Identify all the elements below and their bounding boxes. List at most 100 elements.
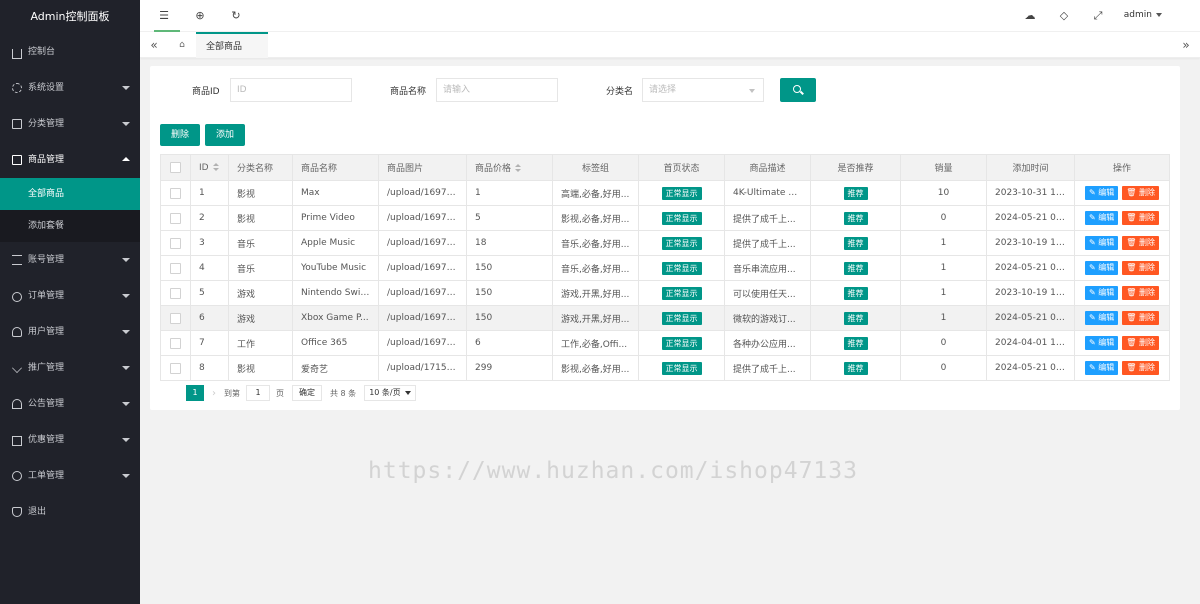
edit-button[interactable]: ✎ 编辑 (1085, 311, 1119, 325)
delete-row-button[interactable]: 🗑 删除 (1122, 361, 1159, 375)
row-checkbox[interactable] (170, 287, 181, 299)
tabs-scroll-right-icon[interactable]: » (1174, 32, 1198, 58)
next-page-icon[interactable]: › (212, 388, 216, 399)
cell-image: /upload/16976... (378, 255, 467, 281)
sidebar-item-11[interactable]: 退出 (0, 494, 140, 530)
category-select[interactable]: 请选择 (642, 78, 764, 102)
delete-row-button[interactable]: 🗑 删除 (1122, 186, 1159, 200)
menu-toggle-icon[interactable]: ☰ (158, 10, 170, 22)
sidebar-item-4[interactable]: 账号管理 (0, 242, 140, 278)
select-all-cell[interactable] (160, 154, 191, 181)
edit-button[interactable]: ✎ 编辑 (1085, 336, 1119, 350)
sidebar-item-10[interactable]: 工单管理 (0, 458, 140, 494)
sidebar-item-8[interactable]: 公告管理 (0, 386, 140, 422)
sidebar-item-6[interactable]: 用户管理 (0, 314, 140, 350)
tab-all-products[interactable]: 全部商品× (196, 32, 268, 77)
row-checkbox[interactable] (170, 187, 181, 199)
row-checkbox[interactable] (170, 337, 181, 349)
row-select-cell[interactable] (160, 180, 191, 206)
sidebar-item-3[interactable]: 商品管理 (0, 142, 140, 178)
sort-icon[interactable] (212, 162, 219, 172)
table-row[interactable]: 1 影视 Max/upload/16976... 1 高端,必备,好用... 正常显示 4K… (160, 180, 1170, 206)
edit-button[interactable]: ✎ 编辑 (1085, 361, 1119, 375)
row-checkbox[interactable] (170, 312, 181, 324)
cell-id: 5 (190, 280, 229, 306)
row-select-cell[interactable] (160, 305, 191, 331)
sidebar-item-7[interactable]: 推广管理 (0, 350, 140, 386)
cell-price: 150 (466, 255, 553, 281)
fullscreen-icon[interactable]: ⤢ (1092, 10, 1104, 22)
delete-row-button[interactable]: 🗑 删除 (1122, 311, 1159, 325)
sidebar-item-9[interactable]: 优惠管理 (0, 422, 140, 458)
confirm-button[interactable]: 确定 (292, 385, 322, 401)
sort-icon[interactable] (515, 164, 522, 173)
add-button[interactable]: 添加 (205, 124, 246, 146)
select-all-checkbox[interactable] (170, 162, 181, 173)
table-row[interactable]: 4 音乐 YouTube Music/upload/16976... 150 音乐,必备… (160, 255, 1170, 281)
page-current[interactable]: 1 (186, 385, 204, 401)
row-checkbox[interactable] (170, 262, 181, 274)
edit-button[interactable]: ✎ 编辑 (1085, 261, 1119, 275)
cell-tags: 游戏,开黑,好用... (552, 280, 639, 306)
row-checkbox[interactable] (170, 362, 181, 374)
edit-button[interactable]: ✎ 编辑 (1085, 211, 1119, 225)
tag-icon[interactable]: ◇ (1058, 10, 1070, 22)
row-select-cell[interactable] (160, 330, 191, 356)
delete-row-button[interactable]: 🗑 删除 (1122, 336, 1159, 350)
table-row[interactable]: 3 音乐 Apple Music/upload/16976... 18 音乐,必备,好用… (160, 230, 1170, 256)
edit-button[interactable]: ✎ 编辑 (1085, 236, 1119, 250)
delete-row-button[interactable]: 🗑 删除 (1122, 211, 1159, 225)
sidebar-item-2[interactable]: 分类管理 (0, 106, 140, 142)
table-row[interactable]: 2 影视 Prime Video/upload/16976... 5 影视,必备,好用.… (160, 205, 1170, 231)
table-body: 1 影视 Max/upload/16976... 1 高端,必备,好用... 正常显示 4K… (160, 180, 1170, 381)
delete-row-button[interactable]: 🗑 删除 (1122, 236, 1159, 250)
id-input[interactable]: ID (230, 78, 352, 102)
trash-icon: 🗑 (1126, 238, 1139, 247)
home-tab-icon[interactable]: ⌂ (168, 32, 196, 58)
globe-icon[interactable]: ⊕ (194, 10, 206, 22)
edit-button[interactable]: ✎ 编辑 (1085, 286, 1119, 300)
delete-button[interactable]: 删除 (160, 124, 201, 146)
row-select-cell[interactable] (160, 355, 191, 381)
table-row[interactable]: 7 工作 Office 365/upload/16976... 6 工作,必备,Offi… (160, 330, 1170, 356)
col-sales: 销量 (900, 154, 987, 181)
row-select-cell[interactable] (160, 205, 191, 231)
chevron-down-icon (122, 86, 130, 90)
table-row[interactable]: 5 游戏 Nintendo Swit.../upload/16976... 150 游戏… (160, 280, 1170, 306)
delete-row-button[interactable]: 🗑 删除 (1122, 286, 1159, 300)
row-select-cell[interactable] (160, 230, 191, 256)
col-id[interactable]: ID (190, 154, 229, 181)
delete-label: 删除 (1138, 313, 1155, 322)
submenu-item-0[interactable]: 全部商品 (0, 178, 140, 210)
edit-label: 编辑 (1098, 213, 1115, 222)
col-price[interactable]: 商品价格 (466, 154, 553, 181)
table-row[interactable]: 6 游戏 Xbox Game P.../upload/16976... 150 游戏,开… (160, 305, 1170, 331)
page-size-select[interactable]: 10 条/页 (364, 385, 416, 401)
theme-icon[interactable]: ☁ (1024, 10, 1036, 22)
row-checkbox[interactable] (170, 237, 181, 249)
edit-button[interactable]: ✎ 编辑 (1085, 186, 1119, 200)
sidebar-item-5[interactable]: 订单管理 (0, 278, 140, 314)
recommend-badge: 推荐 (843, 261, 868, 275)
search-button[interactable] (780, 78, 816, 102)
table-row[interactable]: 8 影视 爱奇艺/upload/17152... 299 影视,必备,好用... 正常显示… (160, 355, 1170, 381)
cell-id: 6 (190, 305, 229, 331)
refresh-icon[interactable]: ↻ (230, 10, 242, 22)
cell-category: 工作 (228, 330, 293, 356)
cell-image: /upload/16976... (378, 205, 467, 231)
cell-home-status: 正常显示 (638, 255, 725, 281)
tabs-scroll-left-icon[interactable]: « (142, 32, 166, 58)
admin-menu[interactable]: admin (1124, 10, 1162, 20)
delete-row-button[interactable]: 🗑 删除 (1122, 261, 1159, 275)
cell-sales: 1 (900, 230, 987, 256)
row-select-cell[interactable] (160, 255, 191, 281)
cell-name: Xbox Game P... (292, 305, 379, 331)
edit-icon: ✎ (1089, 338, 1099, 347)
sidebar-item-0[interactable]: 控制台 (0, 34, 140, 70)
row-select-cell[interactable] (160, 280, 191, 306)
sidebar-item-1[interactable]: 系统设置 (0, 70, 140, 106)
page-input[interactable]: 1 (246, 385, 270, 401)
row-checkbox[interactable] (170, 212, 181, 224)
submenu-item-1[interactable]: 添加套餐 (0, 210, 140, 242)
name-input[interactable]: 请输入 (436, 78, 558, 102)
